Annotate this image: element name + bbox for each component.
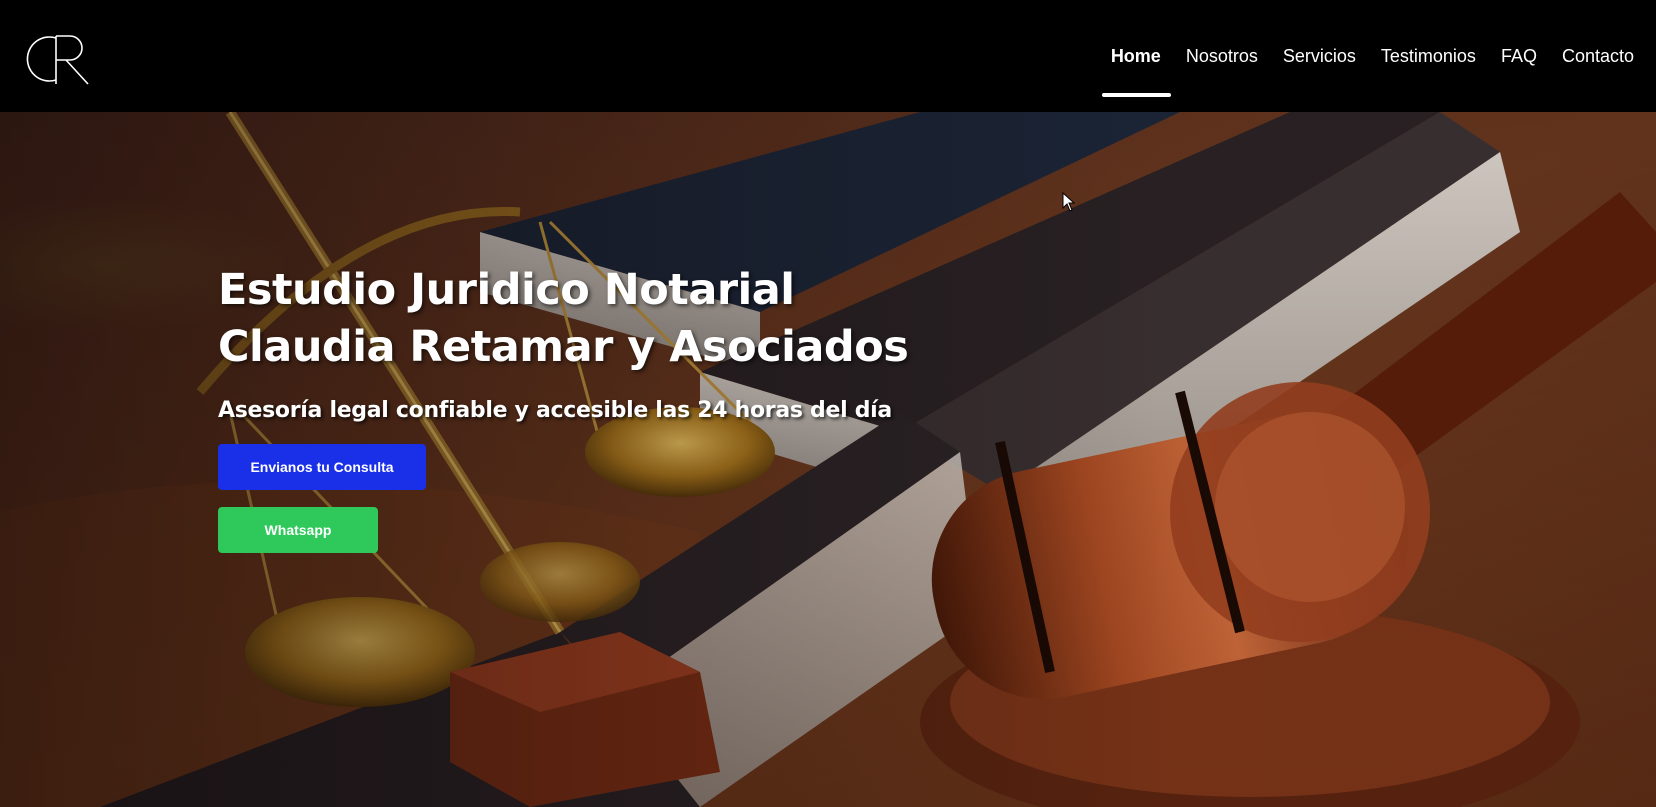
send-consulta-button[interactable]: Envianos tu Consulta [218,444,426,490]
nav-nosotros[interactable]: Nosotros [1186,0,1258,112]
nav-home[interactable]: Home [1101,0,1171,112]
hero-title-line2: Claudia Retamar y Asociados [218,322,909,372]
mouse-cursor-icon [1062,192,1076,212]
main-nav: Home Nosotros Servicios Testimonios FAQ … [1086,0,1634,112]
hero-section: Estudio Juridico Notarial Claudia Retama… [0,112,1656,807]
nav-contacto[interactable]: Contacto [1562,0,1634,112]
hero-title-line1: Estudio Juridico Notarial [218,265,795,315]
cr-logo[interactable] [26,30,94,88]
hero-subtitle: Asesoría legal confiable y accesible las… [218,398,892,423]
whatsapp-button[interactable]: Whatsapp [218,507,378,553]
cr-logo-mark [26,35,89,85]
hero-content: Estudio Juridico Notarial Claudia Retama… [218,262,978,553]
hero-title: Estudio Juridico Notarial Claudia Retama… [218,262,978,376]
nav-testimonios[interactable]: Testimonios [1381,0,1476,112]
site-header: Home Nosotros Servicios Testimonios FAQ … [0,0,1656,112]
nav-faq[interactable]: FAQ [1501,0,1537,112]
nav-servicios[interactable]: Servicios [1283,0,1356,112]
